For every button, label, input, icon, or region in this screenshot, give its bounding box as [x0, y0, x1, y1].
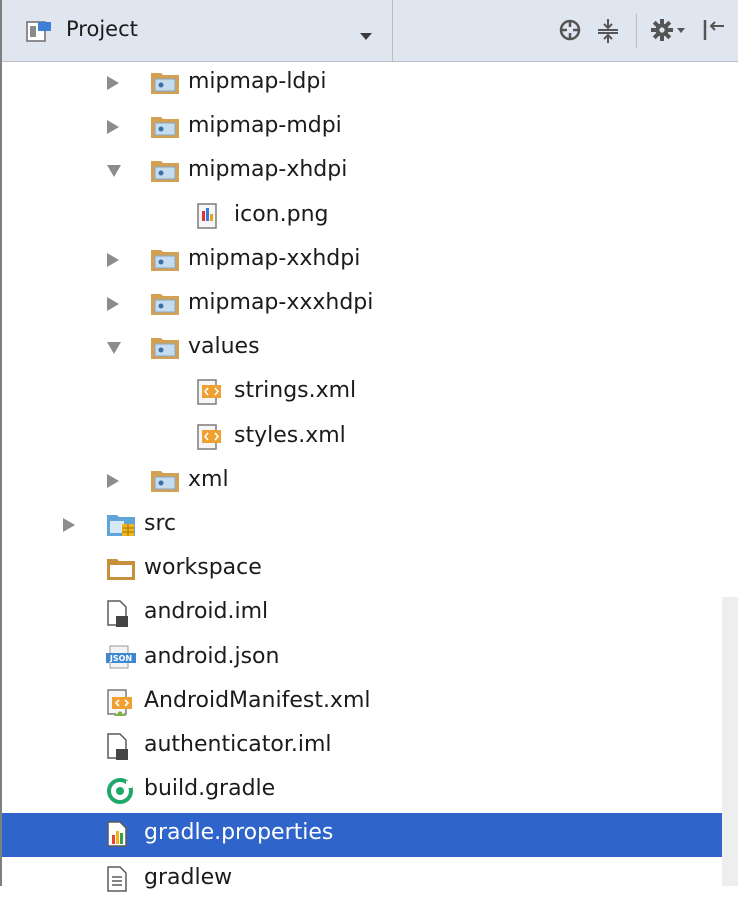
collapse-all-icon[interactable]: [596, 18, 620, 48]
folder-res-icon: [150, 335, 180, 365]
tree-item[interactable]: android.iml: [2, 592, 738, 636]
tree-item-label: styles.xml: [234, 422, 346, 448]
tree-item-label: mipmap-xhdpi: [188, 157, 348, 183]
toolbar-separator: [636, 14, 637, 48]
tree-item-label: values: [188, 334, 260, 360]
tree-item[interactable]: build.gradle: [2, 769, 738, 813]
chevron-down-icon[interactable]: [359, 26, 373, 45]
collapse-arrow-icon[interactable]: [106, 75, 120, 95]
collapse-arrow-icon[interactable]: [106, 119, 120, 139]
folder-res-icon: [150, 468, 180, 498]
folder-res-icon: [150, 291, 180, 321]
vertical-scrollbar[interactable]: [722, 597, 738, 886]
tree-item[interactable]: values: [2, 327, 738, 371]
tree-item[interactable]: gradlew: [2, 858, 738, 902]
tree-item-label: src: [144, 511, 177, 536]
tree-item[interactable]: mipmap-xxxhdpi: [2, 283, 738, 327]
tree-item-label: android.iml: [144, 599, 269, 625]
tree-item[interactable]: JSON android.json: [2, 637, 738, 681]
iml-file-icon: [106, 733, 130, 765]
tree-item-label: xml: [188, 466, 229, 492]
tree-item-label: mipmap-xxxhdpi: [188, 290, 374, 315]
project-toolbar: Project: [2, 0, 738, 62]
hide-panel-icon[interactable]: [702, 18, 728, 46]
tree-item[interactable]: icon.png: [2, 195, 738, 239]
tree-item[interactable]: mipmap-xhdpi: [2, 150, 738, 194]
locate-target-icon[interactable]: [558, 18, 582, 46]
tree-item[interactable]: src: [2, 504, 738, 548]
folder-src-icon: [106, 512, 136, 542]
tree-item-label: android.json: [144, 643, 280, 669]
image-file-icon: [196, 202, 220, 235]
tree-item[interactable]: AndroidManifest.xml: [2, 681, 738, 725]
collapse-arrow-icon[interactable]: [106, 252, 120, 272]
xml-file-icon: [196, 379, 222, 411]
tree-item[interactable]: strings.xml: [2, 371, 738, 415]
folder-icon: [106, 556, 136, 586]
collapse-arrow-icon[interactable]: [106, 296, 120, 316]
tree-item[interactable]: mipmap-ldpi: [2, 62, 738, 106]
toolbar-separator: [392, 0, 393, 61]
xml-file-icon: [196, 423, 222, 456]
tree-item[interactable]: mipmap-mdpi: [2, 106, 738, 150]
expand-arrow-icon[interactable]: [106, 163, 122, 182]
folder-res-icon: [150, 70, 180, 100]
tree-item[interactable]: gradle.properties: [2, 813, 738, 858]
folder-res-icon: [150, 247, 180, 277]
folder-res-icon: [150, 114, 180, 144]
tree-item-label: mipmap-ldpi: [188, 69, 327, 94]
tree-item-label: build.gradle: [144, 776, 276, 802]
properties-file-icon: [106, 821, 130, 853]
collapse-arrow-icon[interactable]: [62, 517, 76, 537]
project-tree: mipmap-ldpi mipmap-mdpi mipmap-xhdpi icon.p…: [2, 62, 738, 892]
svg-text:JSON: JSON: [109, 654, 132, 663]
tree-item[interactable]: styles.xml: [2, 416, 738, 460]
json-file-icon: JSON: [106, 645, 136, 675]
tree-item-label: AndroidManifest.xml: [144, 687, 371, 713]
manifest-file-icon: [106, 689, 136, 721]
project-view-icon: [26, 21, 52, 47]
tree-item[interactable]: mipmap-xxhdpi: [2, 239, 738, 283]
tree-item-label: mipmap-xxhdpi: [188, 245, 361, 271]
collapse-arrow-icon[interactable]: [106, 473, 120, 493]
tree-item[interactable]: authenticator.iml: [2, 725, 738, 769]
text-file-icon: [106, 865, 130, 898]
tree-item[interactable]: xml: [2, 460, 738, 504]
project-view-title[interactable]: Project: [66, 17, 138, 41]
tree-item-label: authenticator.iml: [144, 732, 332, 757]
tree-item-label: icon.png: [234, 201, 329, 227]
tree-item-label: strings.xml: [234, 378, 357, 404]
gradle-file-icon: [106, 777, 134, 809]
folder-res-icon: [150, 158, 180, 188]
gear-icon[interactable]: [650, 18, 688, 46]
tree-item[interactable]: workspace: [2, 548, 738, 592]
tree-item-label: gradle.properties: [144, 820, 334, 846]
tree-item-label: mipmap-mdpi: [188, 113, 342, 139]
expand-arrow-icon[interactable]: [106, 340, 122, 359]
tree-item-label: workspace: [144, 555, 262, 581]
iml-file-icon: [106, 600, 130, 632]
